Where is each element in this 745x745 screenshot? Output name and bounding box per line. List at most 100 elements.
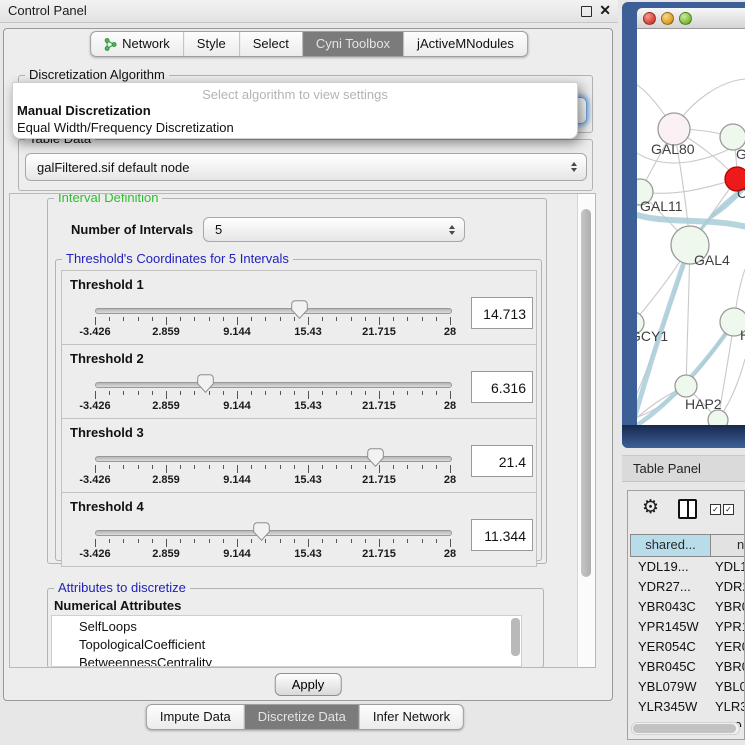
scale-label: 28: [444, 474, 456, 486]
network-canvas[interactable]: GAL80 G C GAL11 GAL4 GCY1 H HAP2: [637, 29, 745, 425]
tab-label: Cyni Toolbox: [316, 32, 390, 56]
tab-label: Infer Network: [373, 705, 450, 729]
settings-scroll-pane: Interval Definition Number of Intervals …: [9, 193, 596, 668]
tab-label: Impute Data: [160, 705, 231, 729]
table-data-combobox-value: galFiltered.sif default node: [37, 154, 189, 180]
number-of-intervals-combobox[interactable]: 5: [203, 217, 465, 242]
scale-label: 2.859: [152, 474, 180, 486]
tab-cyni-toolbox[interactable]: Cyni Toolbox: [302, 32, 403, 56]
numerical-attributes-label: Numerical Attributes: [54, 598, 181, 613]
tab-infer-network[interactable]: Infer Network: [359, 705, 463, 729]
node-hap2[interactable]: [675, 375, 697, 397]
apply-button[interactable]: Apply: [275, 673, 342, 696]
threshold-slider-track[interactable]: [95, 382, 452, 388]
minimize-traffic-light[interactable]: [661, 12, 674, 25]
algorithm-option[interactable]: Equal Width/Frequency Discretization: [13, 119, 577, 136]
thresholds-coordinates-group: Threshold's Coordinates for 5 Intervals …: [55, 259, 542, 561]
table-row[interactable]: YDL19...YDL1: [630, 557, 745, 577]
tab-label: Discretize Data: [258, 705, 346, 729]
threshold-value-field[interactable]: 14.713: [471, 297, 533, 329]
algorithm-popup-hint: Select algorithm to view settings: [13, 83, 577, 102]
cell-shared-name: YBR045C: [630, 657, 710, 677]
table-panel-body: ⚙ ✓ ✓ shared... n YDL19...YDL1YDR27...YD…: [627, 490, 745, 740]
cell-name: YBR0: [710, 657, 745, 677]
float-icon[interactable]: [581, 6, 592, 17]
network-view-frame: GAL80 G C GAL11 GAL4 GCY1 H HAP2: [622, 2, 745, 448]
threshold-value-field[interactable]: 21.4: [471, 445, 533, 477]
threshold-label: Threshold 1: [70, 277, 144, 292]
network-icon: [104, 38, 117, 51]
table-data-group: Table Data galFiltered.sif default node: [18, 139, 593, 191]
slider-ticks: [95, 317, 450, 326]
settings-vertical-scrollbar[interactable]: [577, 194, 595, 667]
cell-shared-name: YDL19...: [630, 557, 710, 577]
numerical-attributes-list[interactable]: SelfLoopsTopologicalCoefficientBetweenne…: [51, 615, 522, 667]
scale-label: 21.715: [362, 326, 396, 338]
table-data-combobox[interactable]: galFiltered.sif default node: [25, 153, 587, 181]
scale-label: -3.426: [79, 548, 110, 560]
tab-style[interactable]: Style: [183, 32, 239, 56]
scrollbar-thumb[interactable]: [633, 724, 736, 733]
table-row[interactable]: YBR045CYBR0: [630, 657, 745, 677]
tab-impute-data[interactable]: Impute Data: [147, 705, 244, 729]
threshold-label: Threshold 2: [70, 351, 144, 366]
split-view-icon[interactable]: [678, 499, 697, 519]
node-table: shared... n YDL19...YDL1YDR27...YDR2YBR0…: [630, 534, 745, 727]
close-traffic-light[interactable]: [643, 12, 656, 25]
scale-label: 9.144: [223, 548, 251, 560]
attribute-list-item[interactable]: BetweennessCentrality: [79, 654, 521, 667]
tab-network[interactable]: Network: [91, 32, 183, 56]
zoom-traffic-light[interactable]: [679, 12, 692, 25]
attributes-group-title: Attributes to discretize: [54, 580, 190, 595]
scrollbar-thumb[interactable]: [581, 209, 591, 577]
close-icon[interactable]: ✕: [599, 2, 611, 19]
tab-discretize-data[interactable]: Discretize Data: [244, 705, 359, 729]
svg-text:GCY1: GCY1: [637, 328, 668, 344]
table-row[interactable]: YDR27...YDR2: [630, 577, 745, 597]
discretization-algorithm-group-title: Discretization Algorithm: [25, 67, 169, 82]
scale-label: 9.144: [223, 400, 251, 412]
threshold-value-field[interactable]: 6.316: [471, 371, 533, 403]
checkbox-checked-icon[interactable]: ✓: [723, 504, 734, 515]
tab-jactivemnodules[interactable]: jActiveMNodules: [403, 32, 527, 56]
threshold-value-field[interactable]: 11.344: [471, 519, 533, 551]
checkbox-checked-icon[interactable]: ✓: [710, 504, 721, 515]
tab-label: Select: [253, 32, 289, 56]
threshold-slider-track[interactable]: [95, 530, 452, 536]
thresholds-coordinates-group-title: Threshold's Coordinates for 5 Intervals: [62, 251, 293, 266]
cell-name: YBL0: [710, 677, 745, 697]
node-bottom[interactable]: [708, 410, 728, 425]
number-of-intervals-value: 5: [215, 218, 222, 241]
table-horizontal-scrollbar[interactable]: [631, 722, 740, 735]
threshold-slider-track[interactable]: [95, 456, 452, 462]
threshold-slider-track[interactable]: [95, 308, 452, 314]
cyni-toolbox-panel: Discretization Algorithm Select algorith…: [3, 28, 613, 701]
column-header-name[interactable]: n: [711, 535, 745, 556]
combo-arrows-icon: [571, 162, 577, 172]
algorithm-option[interactable]: Manual Discretization: [13, 102, 577, 119]
gear-icon[interactable]: ⚙: [642, 496, 659, 518]
attribute-list-item[interactable]: TopologicalCoefficient: [79, 636, 521, 654]
svg-text:GAL11: GAL11: [640, 198, 683, 214]
network-view-titlebar[interactable]: [637, 8, 745, 29]
table-row[interactable]: YBL079WYBL0: [630, 677, 745, 697]
column-header-shared-name[interactable]: shared...: [631, 535, 711, 556]
table-row[interactable]: YER054CYER0: [630, 637, 745, 657]
scale-label: 9.144: [223, 474, 251, 486]
cell-shared-name: YBL079W: [630, 677, 710, 697]
slider-ticks: [95, 465, 450, 474]
table-row[interactable]: YLR345WYLR3: [630, 697, 745, 717]
tab-select[interactable]: Select: [239, 32, 302, 56]
table-row[interactable]: YPR145WYPR1: [630, 617, 745, 637]
threshold-row-1: Threshold 1-3.4262.8599.14415.4321.71528…: [61, 270, 537, 345]
svg-text:HAP2: HAP2: [685, 396, 722, 412]
attribute-list-item[interactable]: SelfLoops: [79, 618, 521, 636]
svg-text:GAL80: GAL80: [651, 141, 695, 157]
attributes-list-scrollbar[interactable]: [511, 618, 520, 656]
table-header-row: shared... n: [630, 534, 745, 557]
scale-label: 28: [444, 326, 456, 338]
scale-label: 21.715: [362, 400, 396, 412]
table-row[interactable]: YBR043CYBR0: [630, 597, 745, 617]
control-panel-titlebar: Control Panel ✕: [0, 0, 618, 23]
scale-label: -3.426: [79, 474, 110, 486]
